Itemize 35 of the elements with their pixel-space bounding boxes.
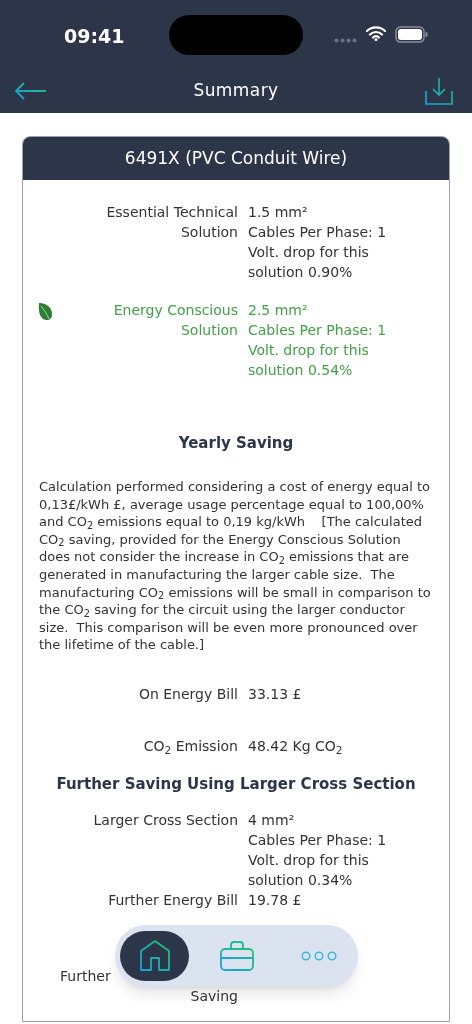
row-label: Energy Conscious Solution: [112, 301, 238, 340]
row-value: 33.13 £: [248, 684, 302, 704]
row-label: Larger Cross Section: [93, 810, 238, 830]
row-value: 1.5 mm²: [248, 203, 308, 222]
row-value: 19.78 £: [248, 890, 302, 910]
tab-button[interactable]: [120, 931, 189, 981]
download-button[interactable]: [425, 76, 453, 105]
row-label: Essential Technical Solution: [105, 203, 238, 242]
row-label: Saving: [190, 986, 238, 1006]
row-value: Volt. drop for this solution 0.90%: [248, 243, 370, 282]
signal-icon: [334, 38, 358, 43]
briefcase-icon: [219, 941, 254, 971]
row-label: Further Energy Bill: [108, 890, 238, 910]
calculation-note: Calculation performed considering a cost of energy equal to 0,13£/kWh £, average usage percentage equal to 100,00% and CO$_{2}$ emissions equal to 0,19 kg/kWh [The calculated CO$_{2}$ saving, provided for the Energy Conscious Solution does not consider the increase in CO$_{2}$ emissions that are generated in manufacturing the larger cable size. The manufacturing CO$_{2}$ emissions will be small in comparison to the CO$_{2}$ saving for the circuit using the larger conductor size. This comparison will be even more pronounced over the lifetime of the cable.]: [38, 478, 432, 654]
row-value: Cables Per Phase: 1: [248, 223, 387, 242]
wifi-icon: [366, 26, 386, 41]
row-value: 2.5 mm²: [248, 301, 308, 320]
row-label: Further: [60, 966, 111, 986]
row-value: Volt. drop for this solution 0.34%: [248, 850, 370, 890]
row-value: 4 mm²: [248, 810, 295, 830]
section-heading: Further Saving Using Larger Cross Section: [55, 773, 417, 794]
card-title: 6491X (PVC Conduit Wire): [124, 146, 348, 170]
battery-icon: [395, 26, 429, 43]
status-time: 09:41: [64, 24, 125, 49]
row-value: 48.42 Kg CO$_{2}$: [248, 736, 343, 756]
section-heading: Yearly Saving: [177, 433, 295, 453]
row-value: Volt. drop for this solution 0.54%: [248, 341, 370, 380]
leaf-icon: [37, 302, 53, 321]
more-icon: [300, 951, 337, 961]
home-icon: [138, 940, 171, 972]
screen-title: Summary: [193, 78, 279, 102]
row-label: CO$_{2}$ Emission: [143, 736, 238, 756]
row-label: On Energy Bill: [138, 684, 238, 704]
row-value: Cables Per Phase: 1: [248, 321, 387, 340]
row-value: Cables Per Phase: 1: [248, 830, 387, 850]
